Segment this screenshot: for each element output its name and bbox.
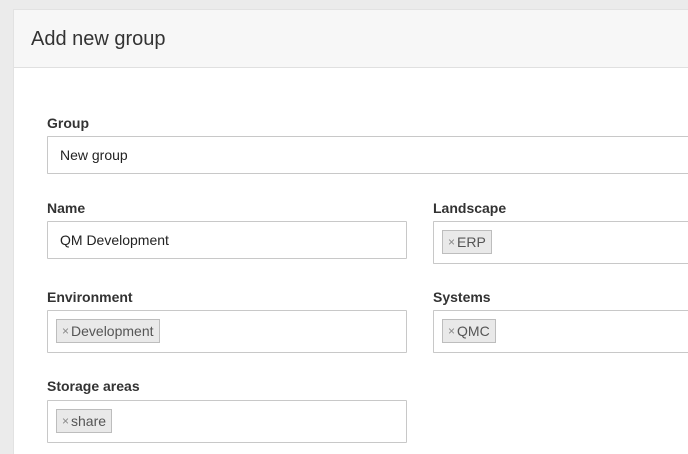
environment-label: Environment — [47, 289, 133, 305]
landscape-field[interactable]: × ERP — [433, 221, 688, 264]
landscape-label: Landscape — [433, 200, 507, 216]
environment-field[interactable]: × Development — [47, 310, 407, 353]
dialog-title: Add new group — [31, 28, 166, 50]
tag-qmc: × QMC — [442, 319, 496, 343]
tag-remove-icon[interactable]: × — [62, 323, 69, 339]
name-input[interactable] — [48, 222, 406, 258]
group-label: Group — [47, 115, 89, 131]
storage-areas-label: Storage areas — [47, 378, 140, 394]
tag-remove-icon[interactable]: × — [448, 323, 455, 339]
name-label: Name — [47, 200, 86, 216]
group-input[interactable] — [48, 137, 688, 173]
tag-erp: × ERP — [442, 230, 492, 254]
tag-share: × share — [56, 409, 113, 433]
name-field[interactable] — [47, 221, 407, 259]
storage-areas-field[interactable]: × share — [47, 400, 407, 443]
systems-label: Systems — [433, 289, 491, 305]
tag-label: Development — [71, 323, 154, 339]
tag-label: QMC — [457, 323, 490, 339]
tag-label: ERP — [457, 234, 486, 250]
tag-remove-icon[interactable]: × — [448, 234, 455, 250]
dialog-header: Add new group — [14, 10, 688, 68]
tag-label: share — [71, 413, 107, 429]
tag-development: × Development — [56, 319, 160, 343]
add-group-dialog: Add new group Group Name Landscape × ERP… — [13, 9, 688, 454]
group-field[interactable] — [47, 136, 688, 174]
systems-field[interactable]: × QMC — [433, 310, 688, 353]
tag-remove-icon[interactable]: × — [62, 413, 69, 429]
